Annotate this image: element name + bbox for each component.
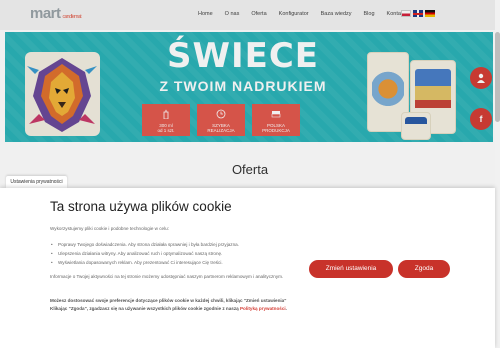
change-settings-button[interactable]: Zmień ustawienia	[309, 260, 393, 278]
privacy-settings-tab[interactable]: Ustawienia prywatności	[6, 176, 67, 188]
list-item: Ulepszenia działania witryny. Aby analiz…	[50, 251, 239, 256]
list-item: Poprawy Twojego doświadczenia. Aby stron…	[50, 242, 239, 247]
cookie-consent-panel: Ta strona używa plików cookie Wykorzystu…	[0, 188, 495, 348]
agree-button[interactable]: Zgoda	[398, 260, 450, 278]
cookie-pref-text: Możesz dostosować swoje preferencje doty…	[50, 298, 287, 303]
list-item: Wyświetlania dopasowanych reklam. Aby pr…	[50, 260, 239, 265]
cookie-consent-note: Możesz dostosować swoje preferencje doty…	[50, 297, 300, 313]
cookie-intro: Wykorzystujemy pliki cookie i podobne te…	[50, 226, 169, 231]
cookie-title: Ta strona używa plików cookie	[50, 199, 232, 214]
cookie-consent-end: .	[285, 306, 287, 311]
scrollbar-thumb[interactable]	[495, 32, 500, 122]
privacy-policy-link[interactable]: Polityką prywatności	[240, 306, 286, 311]
cookie-consent-text: Klikając "Zgoda", zgadzasz się na używan…	[50, 306, 240, 311]
cookie-info: Informacje o Twojej aktywności na tej st…	[50, 274, 284, 279]
cookie-purpose-list: Poprawy Twojego doświadczenia. Aby stron…	[50, 242, 239, 269]
cookie-consent-line: Klikając "Zgoda", zgadzasz się na używan…	[50, 305, 300, 313]
